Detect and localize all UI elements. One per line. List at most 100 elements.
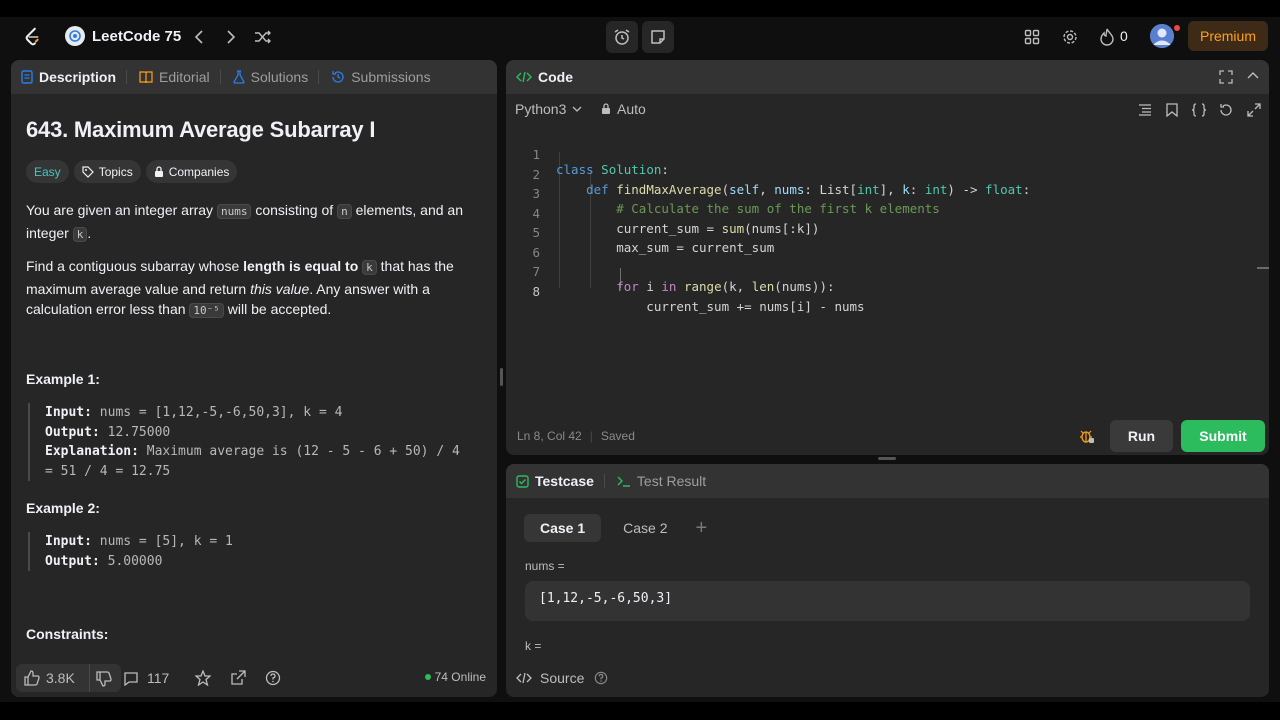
debugger-bug-icon[interactable] bbox=[1079, 428, 1095, 444]
collapse-chevron-icon[interactable] bbox=[1247, 71, 1259, 79]
online-indicator: 74 Online bbox=[424, 670, 486, 684]
bookmark-icon[interactable] bbox=[1163, 101, 1181, 119]
comment-icon bbox=[123, 671, 139, 686]
value: nums = [5], k = 1 bbox=[91, 534, 233, 549]
tab-divider bbox=[219, 70, 221, 84]
fullscreen-icon[interactable] bbox=[1219, 70, 1233, 84]
study-plan-icon[interactable] bbox=[65, 26, 85, 46]
submit-button[interactable]: Submit bbox=[1181, 420, 1265, 452]
lock-icon bbox=[601, 103, 611, 115]
code-line: 2 def findMaxAverage(self, nums: List[in… bbox=[506, 152, 1256, 197]
label: Input: bbox=[45, 534, 92, 549]
italic-text: this value bbox=[250, 280, 310, 297]
companies-button[interactable]: Companies bbox=[145, 160, 238, 183]
editor-scroll-marker bbox=[1257, 267, 1269, 269]
help-icon[interactable] bbox=[265, 670, 281, 686]
thumbs-up-icon[interactable] bbox=[24, 670, 40, 686]
thumbs-down-icon[interactable] bbox=[96, 671, 112, 687]
chevron-down-icon bbox=[572, 106, 582, 112]
study-plan-title[interactable]: LeetCode 75 bbox=[92, 28, 181, 45]
prev-problem-icon[interactable] bbox=[188, 26, 210, 48]
like-count: 3.8K bbox=[46, 670, 75, 686]
format-lines-icon[interactable] bbox=[1136, 101, 1154, 119]
language-select[interactable]: Python3 bbox=[515, 101, 582, 117]
tab-divider bbox=[318, 70, 320, 84]
tab-description[interactable]: Description bbox=[21, 69, 116, 85]
topics-button[interactable]: Topics bbox=[73, 160, 141, 183]
online-dot bbox=[424, 674, 431, 680]
tab-label: Test Result bbox=[636, 473, 707, 489]
value: nums = [1,12,-5,-6,50,3], k = 4 bbox=[91, 405, 343, 420]
vertical-resize-handle[interactable] bbox=[500, 368, 503, 386]
tab-label: Code bbox=[538, 69, 573, 85]
tab-divider bbox=[126, 70, 128, 84]
leetcode-app: LeetCode 75 0 Premium Description Editor… bbox=[0, 0, 1280, 720]
example-explanation-cont: = 51 / 4 = 12.75 bbox=[45, 463, 171, 479]
layout-grid-icon[interactable] bbox=[1021, 26, 1043, 48]
timer-button[interactable] bbox=[606, 21, 638, 53]
streak-fire-icon[interactable] bbox=[1096, 26, 1118, 48]
problem-title[interactable]: 643. Maximum Average Subarray I bbox=[26, 117, 375, 143]
braces-icon[interactable] bbox=[1190, 101, 1208, 119]
inline-code: k bbox=[72, 226, 88, 242]
example-1-title: Example 1: bbox=[26, 371, 100, 387]
tab-divider bbox=[603, 474, 605, 488]
next-problem-icon[interactable] bbox=[220, 26, 242, 48]
tab-code[interactable]: Code bbox=[516, 69, 573, 85]
notes-button[interactable] bbox=[642, 21, 674, 53]
horizontal-resize-handle[interactable] bbox=[878, 457, 896, 460]
history-icon bbox=[331, 70, 345, 84]
tab-editorial[interactable]: Editorial bbox=[139, 69, 210, 85]
value: Maximum average is (12 - 5 - 6 + 50) / 4 bbox=[138, 444, 460, 459]
lock-icon bbox=[154, 165, 164, 178]
expand-icon[interactable] bbox=[1245, 101, 1263, 119]
share-icon[interactable] bbox=[230, 670, 246, 686]
flask-icon bbox=[232, 70, 245, 84]
case-2-tab[interactable]: Case 2 bbox=[607, 514, 683, 542]
divider bbox=[89, 664, 90, 692]
nums-input[interactable]: [1,12,-5,-6,50,3] bbox=[525, 581, 1250, 621]
tab-label: Testcase bbox=[535, 473, 594, 489]
description-tabs: Description Editorial Solutions Submissi… bbox=[11, 60, 497, 94]
example-2-block: Input: nums = [5], k = 1 Output: 5.00000 bbox=[28, 532, 478, 571]
reset-icon[interactable] bbox=[1217, 101, 1235, 119]
tab-solutions[interactable]: Solutions bbox=[232, 69, 308, 85]
code-text: current_sum += nums[i] - nums bbox=[556, 298, 865, 314]
var-label-nums: nums = bbox=[525, 559, 565, 573]
comments-button[interactable]: 117 bbox=[123, 670, 169, 686]
comment-count: 117 bbox=[147, 670, 170, 686]
code-line: 7 for i in range(k, len(nums)): bbox=[506, 249, 1256, 294]
add-case-button[interactable]: + bbox=[696, 517, 708, 540]
auto-mode-toggle[interactable]: Auto bbox=[601, 101, 646, 117]
label: Output: bbox=[45, 424, 100, 440]
tab-testcase[interactable]: Testcase bbox=[516, 473, 594, 489]
value: 5.00000 bbox=[99, 553, 163, 569]
difficulty-badge: Easy bbox=[26, 160, 69, 183]
label: Output: bbox=[45, 553, 100, 569]
code-icon bbox=[516, 672, 532, 684]
source-button[interactable]: Source bbox=[516, 670, 608, 686]
label: Input: bbox=[45, 405, 92, 420]
example-output: Output: 12.75000 bbox=[45, 423, 478, 443]
case-1-tab[interactable]: Case 1 bbox=[524, 514, 602, 542]
example-input: Input: nums = [5], k = 1 bbox=[45, 532, 478, 552]
shuffle-icon[interactable] bbox=[252, 26, 274, 48]
example-output: Output: 5.00000 bbox=[45, 552, 478, 572]
example-explanation: Explanation: Maximum average is (12 - 5 … bbox=[45, 442, 478, 462]
leetcode-logo-icon[interactable] bbox=[22, 26, 44, 48]
tab-submissions[interactable]: Submissions bbox=[331, 69, 431, 85]
settings-gear-icon[interactable] bbox=[1059, 26, 1081, 48]
problem-paragraph-1: You are given an integer array nums cons… bbox=[26, 200, 481, 245]
testcase-panel: Testcase Test Result Case 1 Case 2 + num… bbox=[506, 464, 1269, 697]
star-icon[interactable] bbox=[195, 670, 211, 686]
tab-label: Submissions bbox=[351, 69, 431, 85]
mode-label: Auto bbox=[617, 101, 646, 117]
premium-button[interactable]: Premium bbox=[1188, 21, 1268, 51]
inline-code: nums bbox=[216, 204, 252, 219]
user-avatar[interactable] bbox=[1150, 24, 1174, 48]
example-1-block: Input: nums = [1,12,-5,-6,50,3], k = 4 O… bbox=[28, 403, 478, 481]
bold-text: length is equal to bbox=[243, 258, 359, 274]
tab-test-result[interactable]: Test Result bbox=[617, 473, 706, 489]
run-button[interactable]: Run bbox=[1110, 420, 1173, 452]
bottom-letterbox bbox=[0, 702, 1280, 720]
